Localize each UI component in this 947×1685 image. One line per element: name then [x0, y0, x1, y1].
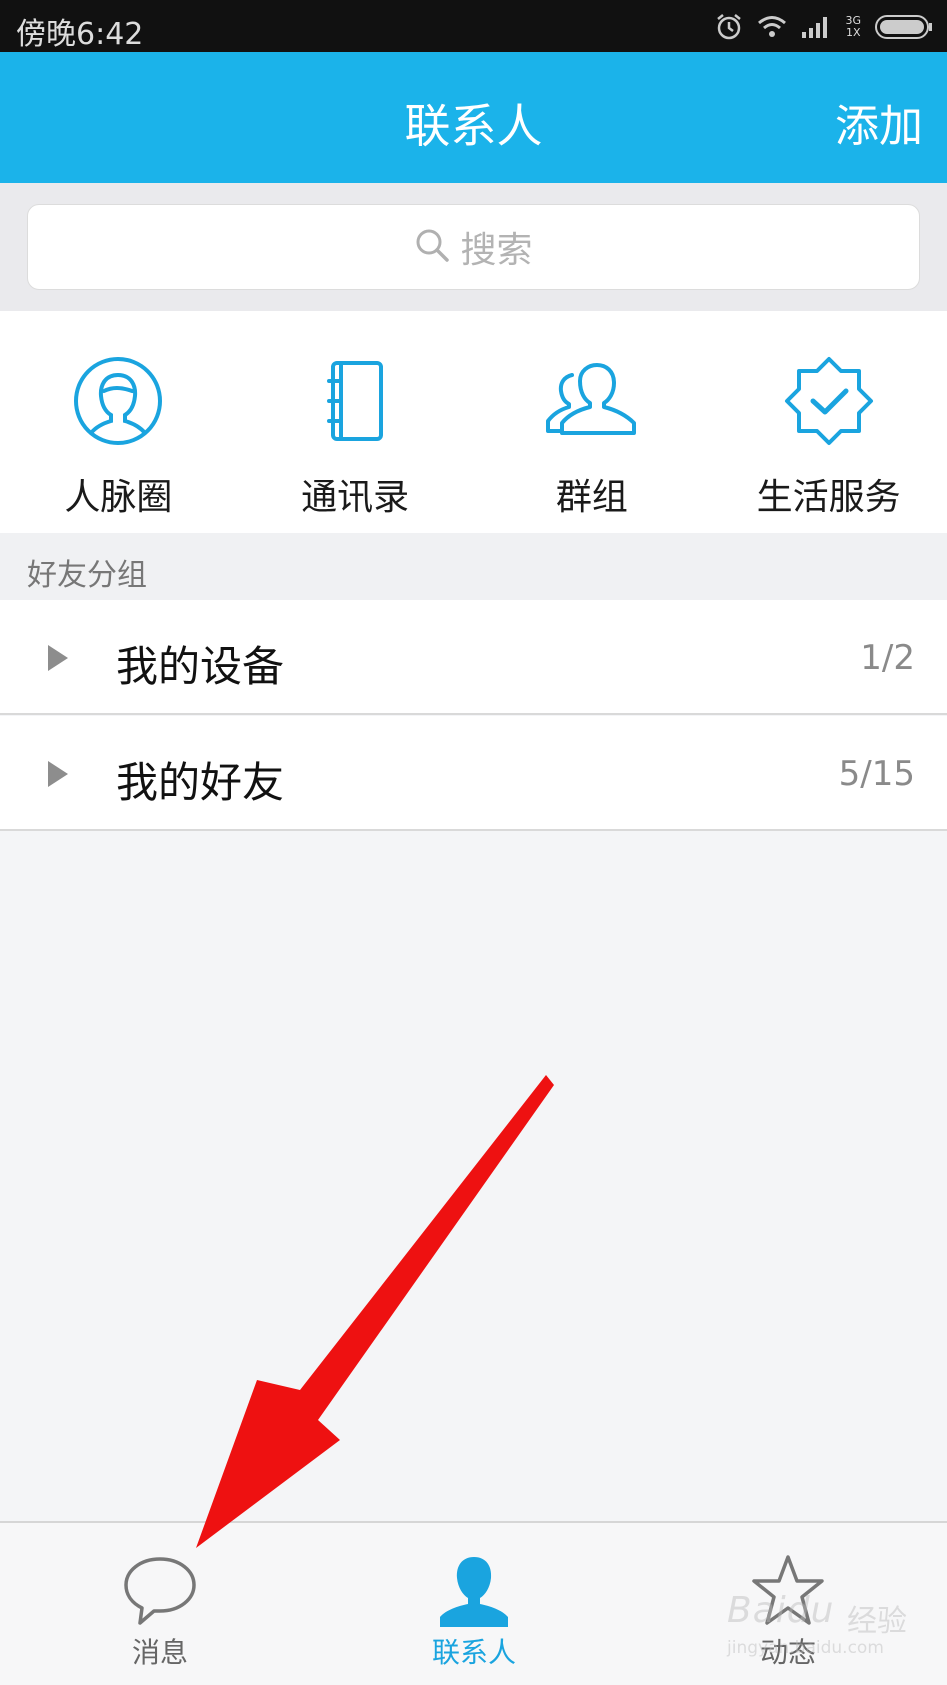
group-count: 1/2 [860, 638, 915, 678]
contact-circle-icon [68, 351, 168, 451]
status-time: 傍晚6:42 [16, 17, 144, 52]
search-area: 搜索 [0, 183, 947, 311]
status-bar: 傍晚6:42 3G 1X [0, 0, 947, 52]
search-placeholder: 搜索 [460, 230, 533, 271]
group-count: 5/15 [838, 754, 915, 794]
quick-action-contacts-circle[interactable]: 人脉圈 [0, 311, 237, 533]
network-type: 3G 1X [845, 14, 861, 39]
tab-label: 联系人 [431, 1636, 516, 1669]
group-icon [542, 351, 642, 451]
quick-action-address-book[interactable]: 通讯录 [237, 311, 474, 533]
verified-badge-icon [779, 351, 879, 451]
address-book-icon [305, 351, 405, 451]
friend-groups-header: 好友分组 [0, 533, 947, 600]
quick-action-groups[interactable]: 群组 [474, 311, 711, 533]
search-input[interactable]: 搜索 [27, 204, 920, 290]
page-title: 联系人 [404, 99, 543, 153]
expand-arrow-icon [48, 645, 68, 671]
tab-label: 消息 [131, 1636, 188, 1669]
group-name: 我的设备 [116, 642, 285, 691]
group-name: 我的好友 [116, 758, 285, 807]
expand-arrow-icon [48, 761, 68, 787]
quick-action-life-services[interactable]: 生活服务 [710, 311, 947, 533]
nav-bar: 联系人 添加 [0, 52, 947, 183]
friend-groups-title: 好友分组 [27, 558, 147, 593]
watermark-label: 经验 [847, 1604, 907, 1639]
battery-icon [875, 14, 933, 40]
alarm-icon [715, 13, 743, 41]
group-row-my-friends[interactable]: 我的好友 5/15 [0, 716, 947, 831]
tab-contacts[interactable]: 联系人 [374, 1523, 574, 1685]
quick-action-label: 生活服务 [756, 477, 901, 518]
quick-action-label: 群组 [555, 477, 628, 518]
status-icons: 3G 1X [715, 10, 933, 44]
quick-actions: 人脉圈 通讯录 群组 生活服务 [0, 311, 947, 533]
quick-action-label: 人脉圈 [64, 477, 173, 518]
person-icon [440, 1557, 508, 1627]
baidu-watermark: Baidu 经验 jingyan.baidu.com [727, 1590, 927, 1670]
watermark-url: jingyan.baidu.com [727, 1638, 884, 1658]
group-row-my-devices[interactable]: 我的设备 1/2 [0, 600, 947, 715]
watermark-brand: Baidu [727, 1590, 835, 1631]
signal-icon [801, 14, 831, 40]
chat-bubble-icon [124, 1557, 196, 1625]
wifi-icon [757, 14, 787, 40]
search-icon [414, 227, 450, 267]
add-button[interactable]: 添加 [835, 90, 923, 154]
quick-action-label: 通讯录 [301, 477, 410, 518]
tab-messages[interactable]: 消息 [60, 1523, 260, 1685]
